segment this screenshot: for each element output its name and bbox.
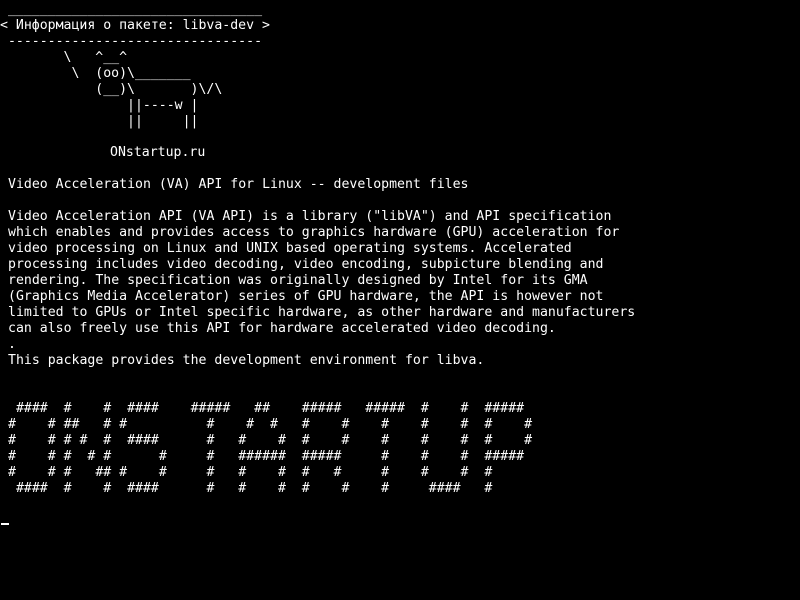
package-provides-line: This package provides the development en… — [8, 353, 485, 368]
ascii-banner: #### # # #### ##### ## ##### ##### # # #… — [8, 401, 533, 496]
brand-text: ONstartup.ru — [110, 145, 206, 160]
description-separator: . — [8, 337, 16, 352]
terminal-screen: ________________________________ < Инфор… — [0, 0, 800, 600]
package-summary: Video Acceleration (VA) API for Linux --… — [8, 177, 469, 192]
terminal-cursor[interactable] — [1, 523, 9, 525]
package-description: Video Acceleration API (VA API) is a lib… — [8, 209, 636, 336]
cowsay-package-header: ________________________________ < Инфор… — [0, 2, 270, 129]
